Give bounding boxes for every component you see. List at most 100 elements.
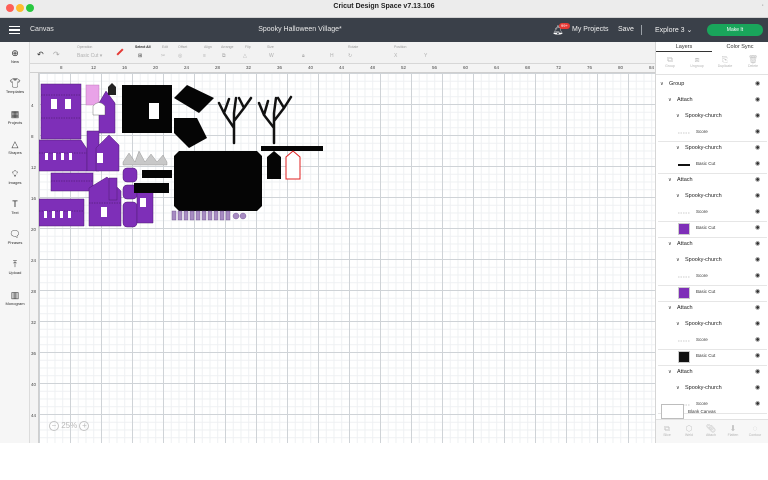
sidebar-item-shapes[interactable]: △ Shapes (0, 139, 30, 155)
visibility-eye-icon[interactable]: ◉ (755, 208, 760, 215)
sidebar-item-templates[interactable]: 👕︎ Templates (0, 78, 30, 94)
chevron-down-icon[interactable]: ∨ (676, 113, 680, 119)
visibility-eye-icon[interactable]: ◉ (755, 224, 760, 231)
chevron-down-icon[interactable]: ∨ (676, 321, 680, 327)
duplicate-button[interactable]: ⎘ Duplicate (714, 55, 736, 71)
slice-button[interactable]: ⧉ Slice (656, 424, 678, 440)
sidebar-item-images[interactable]: 💡︎ Images (0, 169, 30, 185)
chevron-down-icon[interactable]: ∨ (676, 257, 680, 263)
design-artwork[interactable] (39, 73, 655, 443)
layer-row[interactable]: ∨ Spooky-church ◉ (656, 109, 768, 125)
sidebar-item-text[interactable]: T Text (0, 199, 30, 215)
position-x-field[interactable]: X (394, 53, 397, 59)
visibility-eye-icon[interactable]: ◉ (755, 112, 760, 119)
sidebar-item-new[interactable]: ⊕ New (0, 48, 30, 64)
chevron-down-icon[interactable]: ∨ (660, 81, 664, 87)
visibility-eye-icon[interactable]: ◉ (755, 400, 760, 407)
zoom-out-button[interactable]: − (49, 421, 59, 431)
sidebar-item-monogram[interactable]: ▥ Monogram (0, 290, 30, 306)
size-lock-icon[interactable]: 🔒︎ (302, 53, 305, 59)
position-y-field[interactable]: Y (424, 53, 427, 59)
layer-row[interactable]: ∨ Group ◉ (656, 77, 768, 93)
visibility-eye-icon[interactable]: ◉ (755, 176, 760, 183)
visibility-eye-icon[interactable]: ◉ (755, 192, 760, 199)
visibility-eye-icon[interactable]: ◉ (755, 288, 760, 295)
visibility-eye-icon[interactable]: ◉ (755, 144, 760, 151)
layer-row[interactable]: Score ◉ (656, 205, 768, 221)
layer-row[interactable]: ∨ Spooky-church ◉ (656, 189, 768, 205)
chevron-down-icon[interactable]: ∨ (668, 241, 672, 247)
layer-row[interactable]: Basic Cut ◉ (656, 349, 768, 365)
save-link[interactable]: Save (618, 26, 634, 33)
edit-icon[interactable]: ✂︎ (161, 53, 165, 59)
pen-color-swatch[interactable] (116, 48, 124, 56)
layer-row[interactable]: ∨ Attach ◉ (656, 237, 768, 253)
sidebar-item-phrases[interactable]: 🗨︎ Phrases (0, 229, 30, 245)
chevron-down-icon[interactable]: ∨ (668, 97, 672, 103)
rotate-field[interactable]: ↻ (348, 53, 352, 59)
sidebar-item-projects[interactable]: ▦ Projects (0, 109, 30, 125)
redo-icon[interactable]: ↷ (53, 50, 60, 59)
layer-row[interactable]: Basic Cut ◉ (656, 157, 768, 173)
layer-row[interactable]: Basic Cut ◉ (656, 285, 768, 301)
weld-button[interactable]: ⬡ Weld (678, 424, 700, 440)
visibility-eye-icon[interactable]: ◉ (755, 336, 760, 343)
chevron-down-icon[interactable]: ∨ (668, 369, 672, 375)
flatten-button[interactable]: ⬇︎ Flatten (722, 424, 744, 440)
layer-row[interactable]: Score ◉ (656, 333, 768, 349)
flip-icon[interactable]: △ (243, 53, 247, 59)
size-width-field[interactable]: W (269, 53, 274, 59)
chevron-down-icon[interactable]: ∨ (668, 177, 672, 183)
visibility-eye-icon[interactable]: ◉ (755, 320, 760, 327)
offset-icon[interactable]: ◎ (178, 53, 182, 59)
my-projects-link[interactable]: My Projects (572, 26, 609, 33)
chevron-down-icon[interactable]: ∨ (676, 193, 680, 199)
visibility-eye-icon[interactable]: ◉ (755, 272, 760, 279)
visibility-eye-icon[interactable]: ◉ (755, 128, 760, 135)
blank-canvas-swatch[interactable] (661, 404, 684, 419)
visibility-eye-icon[interactable]: ◉ (755, 96, 760, 103)
visibility-eye-icon[interactable]: ◉ (755, 240, 760, 247)
ungroup-button[interactable]: ⧈ Ungroup (686, 55, 708, 71)
layer-row[interactable]: ∨ Attach ◉ (656, 301, 768, 317)
layer-row[interactable]: Score ◉ (656, 269, 768, 285)
contour-button[interactable]: ◌ Contour (744, 424, 766, 440)
align-icon[interactable]: ≡ (203, 53, 206, 59)
make-it-button[interactable]: Make It (707, 24, 763, 36)
tab-layers[interactable]: Layers (656, 44, 712, 52)
layer-row[interactable]: ∨ Attach ◉ (656, 365, 768, 381)
visibility-eye-icon[interactable]: ◉ (755, 352, 760, 359)
size-height-field[interactable]: H (330, 53, 334, 59)
layer-row[interactable]: ∨ Spooky-church ◉ (656, 317, 768, 333)
group-button[interactable]: ⧉ Group (659, 55, 681, 71)
visibility-eye-icon[interactable]: ◉ (755, 368, 760, 375)
chevron-down-icon[interactable]: ∨ (676, 145, 680, 151)
undo-icon[interactable]: ↶ (37, 50, 44, 59)
layer-row[interactable]: ∨ Spooky-church ◉ (656, 381, 768, 397)
visibility-eye-icon[interactable]: ◉ (755, 304, 760, 311)
project-name[interactable]: Spooky Halloween Village* (0, 26, 600, 33)
machine-selector[interactable]: Explore 3 ⌄ (655, 26, 692, 34)
visibility-eye-icon[interactable]: ◉ (755, 160, 760, 167)
select-all-icon[interactable]: ⊞ (138, 53, 142, 59)
delete-button[interactable]: 🗑︎ Delete (742, 55, 764, 71)
layer-row[interactable]: Basic Cut ◉ (656, 221, 768, 237)
chevron-down-icon[interactable]: ∨ (668, 305, 672, 311)
tab-color-sync[interactable]: Color Sync (712, 44, 768, 50)
attach-button[interactable]: 📎︎ Attach (700, 424, 722, 440)
visibility-eye-icon[interactable]: ◉ (755, 256, 760, 263)
visibility-eye-icon[interactable]: ◉ (755, 80, 760, 87)
layer-row[interactable]: ∨ Attach ◉ (656, 173, 768, 189)
operation-select[interactable]: Basic Cut ▾ (77, 53, 102, 59)
arrange-icon[interactable]: ⧉ (222, 53, 226, 59)
layer-row[interactable]: ∨ Spooky-church ◉ (656, 253, 768, 269)
sidebar-item-upload[interactable]: ⤒ Upload (0, 259, 30, 275)
design-canvas[interactable] (39, 73, 655, 443)
visibility-eye-icon[interactable]: ◉ (755, 384, 760, 391)
layer-row[interactable]: ∨ Spooky-church ◉ (656, 141, 768, 157)
zoom-in-button[interactable]: + (79, 421, 90, 431)
layer-row[interactable]: ∨ Attach ◉ (656, 93, 768, 109)
layer-name: Basic Cut (696, 161, 716, 166)
chevron-down-icon[interactable]: ∨ (676, 385, 680, 391)
layer-row[interactable]: Score ◉ (656, 125, 768, 141)
